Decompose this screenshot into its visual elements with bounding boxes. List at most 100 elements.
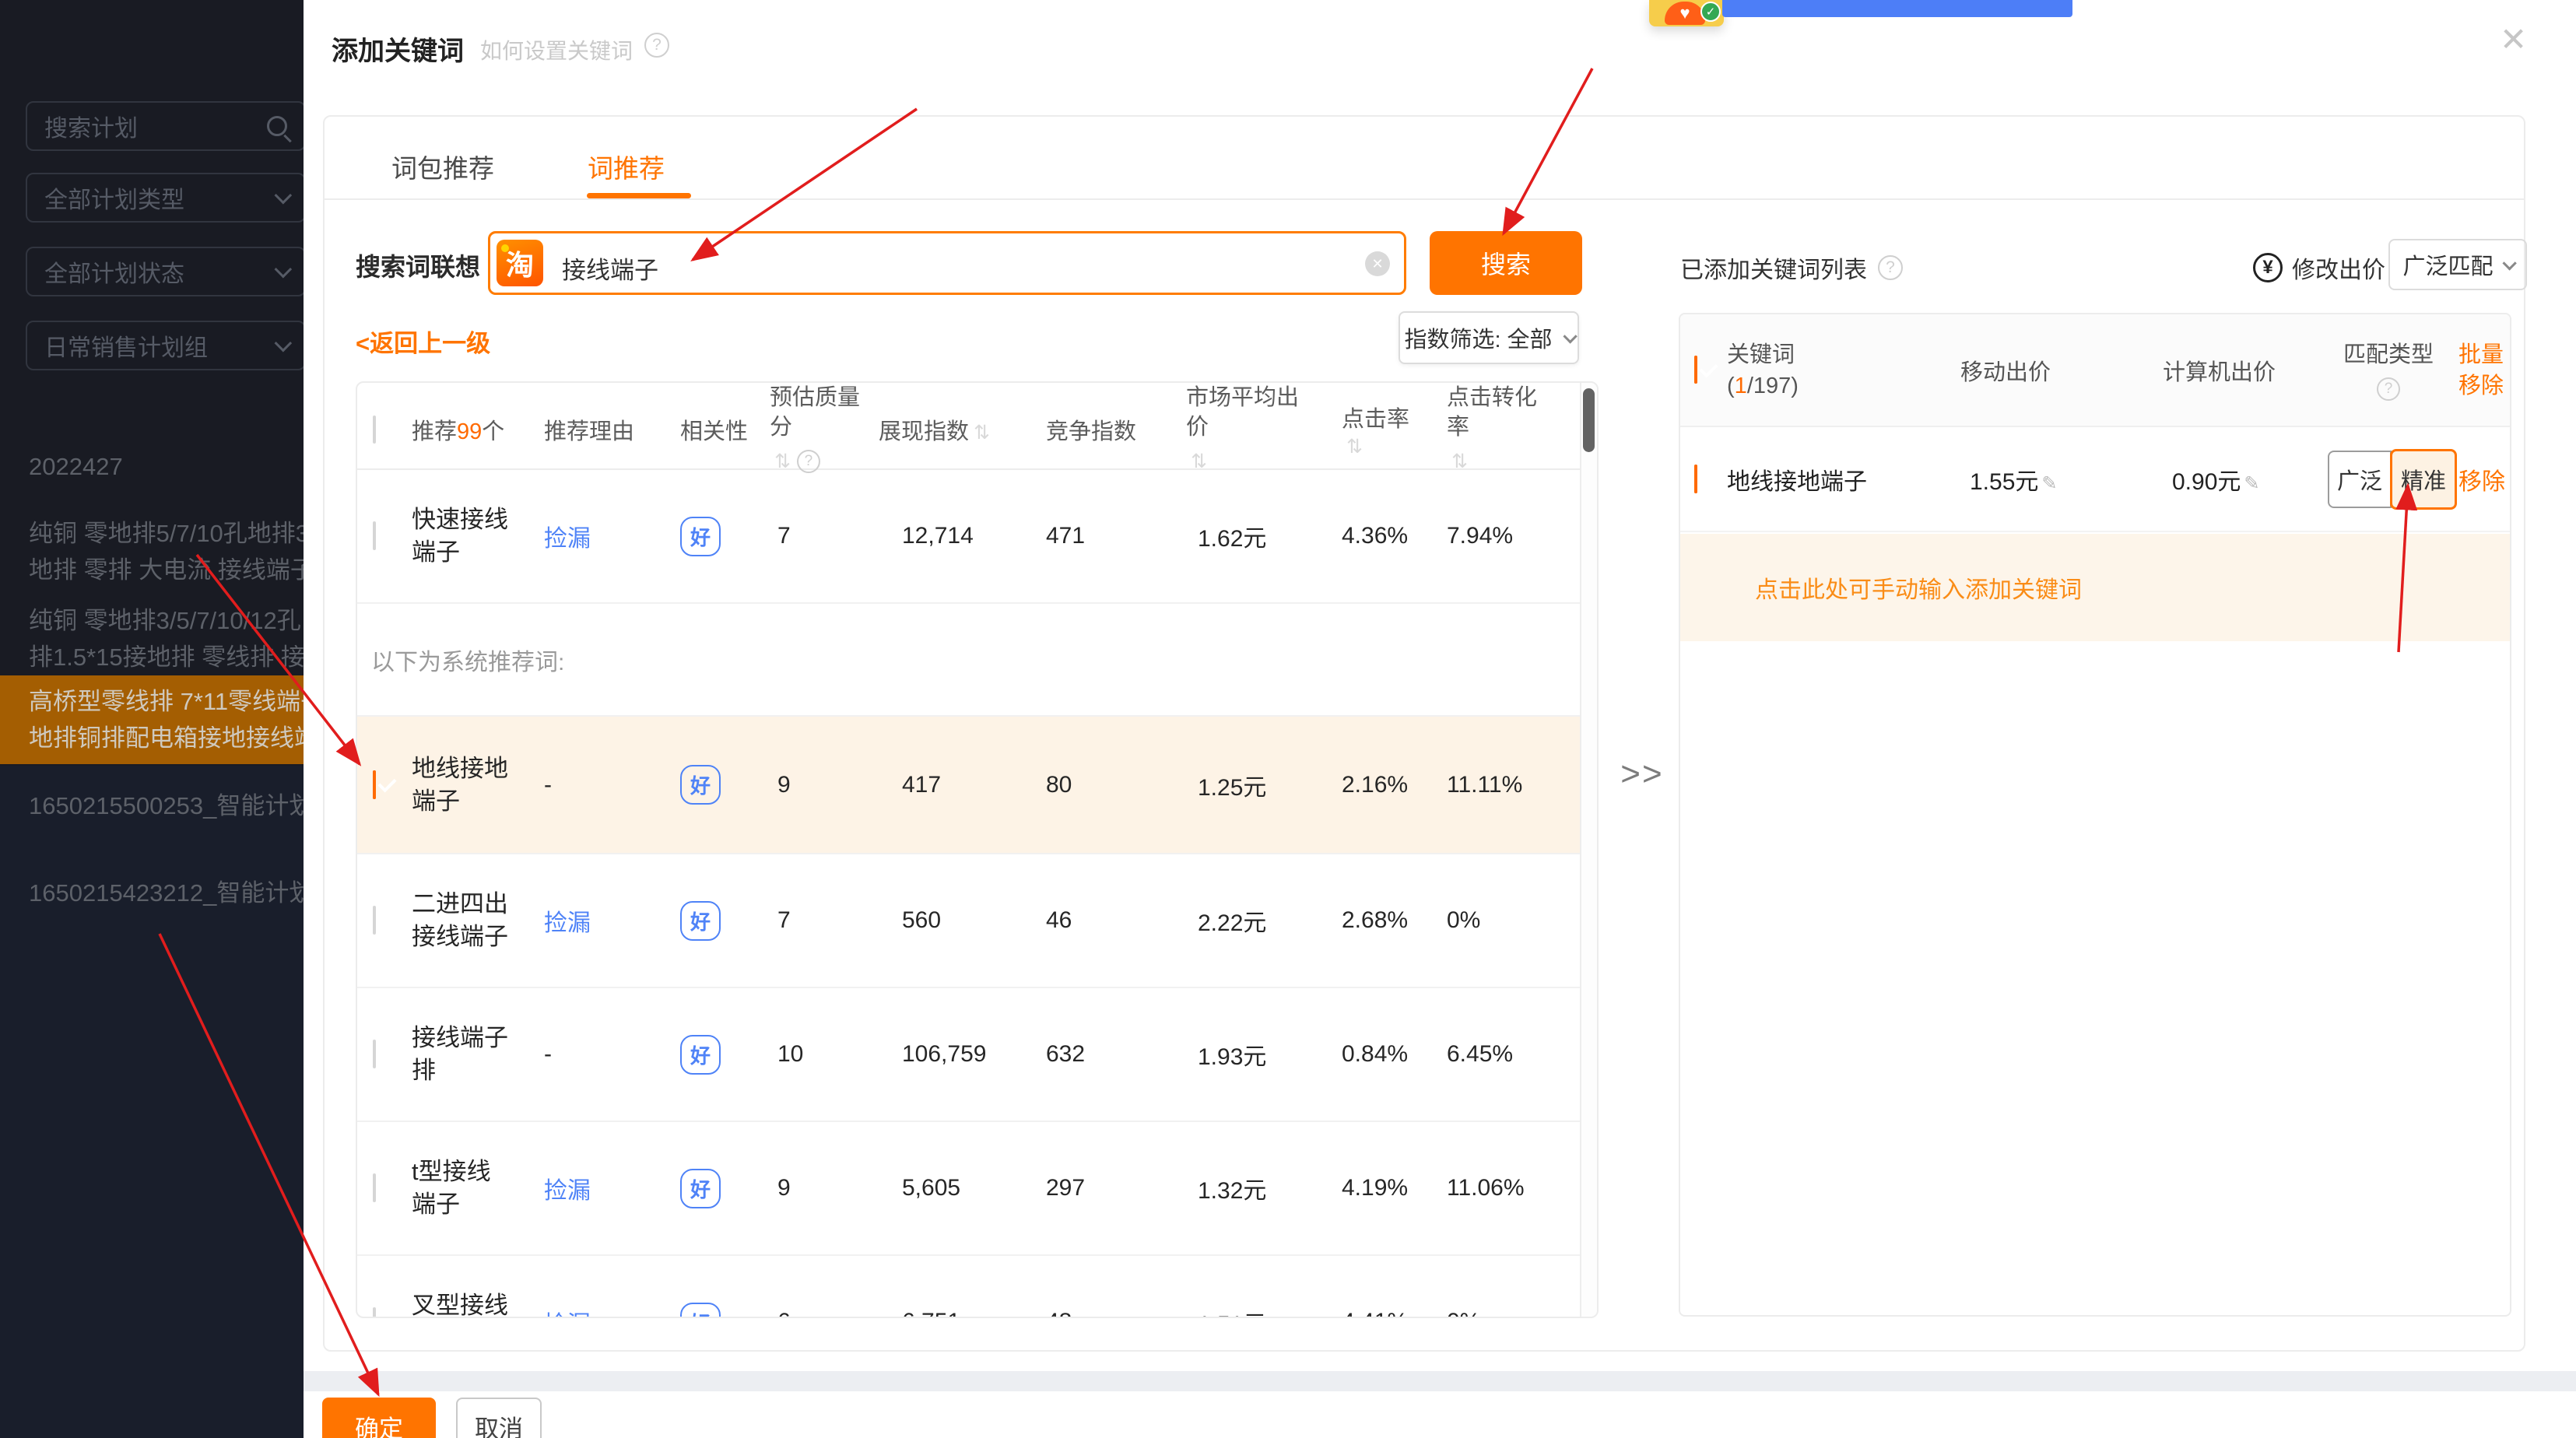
sort-icon: ⇅: [974, 422, 990, 444]
keyword-table-body: 快速接线端子捡漏好712,7144711.62元4.36%7.94%以下为系统推…: [357, 470, 1597, 1318]
reason-label[interactable]: 捡漏: [544, 1312, 591, 1318]
cancel-button[interactable]: 取消: [456, 1398, 542, 1438]
col-ctr[interactable]: 点击率⇅: [1299, 401, 1416, 459]
clear-input-icon[interactable]: ✕: [1365, 251, 1390, 276]
keyword-search-input[interactable]: 淘 接线端子 ✕: [488, 231, 1406, 295]
check-badge-icon: ✓: [1700, 2, 1721, 22]
row-reason[interactable]: 捡漏: [544, 903, 653, 938]
row-impression: 560: [871, 907, 1019, 934]
sidebar-plan-item[interactable]: 纯铜 零地排5/7/10孔地排3*30排地排 零排 大电流 接线端子: [0, 507, 304, 596]
row-cvr: 6.45%: [1416, 1041, 1539, 1068]
row-checkbox[interactable]: [373, 1040, 376, 1068]
keyword-search-value: 接线端子: [562, 251, 658, 286]
edit-pencil-icon[interactable]: ✎: [2244, 473, 2259, 494]
added-row-pc-bid: 0.90元✎: [2116, 462, 2318, 496]
row-cvr: 11.11%: [1416, 772, 1539, 798]
row-checkbox[interactable]: [373, 1307, 376, 1318]
added-row-checkbox[interactable]: [1694, 465, 1697, 493]
tabs-divider: [325, 198, 2524, 200]
row-keyword: 地线接地端子: [412, 752, 514, 818]
tab-word-recommend[interactable]: 词推荐: [588, 148, 665, 185]
search-button[interactable]: 搜索: [1430, 231, 1582, 295]
row-quality: 7: [770, 523, 871, 549]
table-row: 叉型接线端子捡漏好66,751481.51元4.41%0%: [357, 1256, 1597, 1318]
row-checkbox[interactable]: [373, 906, 376, 935]
batch-remove-button[interactable]: 批量移除: [2458, 339, 2511, 402]
sidebar-plan-item[interactable]: 纯铜 零地排3/5/7/10/12孔 地线排1.5*15接地排 零线排 接线端: [0, 594, 304, 683]
plan-item-label: 纯铜 零地排3/5/7/10/12孔 地线: [29, 607, 304, 634]
added-col-keyword: 关键词(1/197): [1727, 339, 1898, 402]
mascot-icon: ♥: [1665, 2, 1705, 25]
col-impression[interactable]: 展现指数⇅: [871, 413, 1019, 446]
col-recommend-count: 推荐99个: [412, 413, 544, 446]
active-tab-underline: [587, 193, 691, 198]
sort-icon: ⇅: [1191, 447, 1207, 476]
reason-label[interactable]: 捡漏: [544, 1178, 591, 1204]
plan-status-select[interactable]: 全部计划状态: [26, 247, 306, 296]
broad-match-button[interactable]: 广泛: [2328, 451, 2392, 508]
confirm-button[interactable]: 确定: [322, 1398, 436, 1438]
system-recommend-note: 以下为系统推荐词:: [357, 604, 1597, 717]
modify-bid-control[interactable]: ¥ 修改出价: [2253, 251, 2385, 285]
row-quality: 7: [770, 907, 871, 934]
reason-label: -: [544, 1041, 552, 1067]
row-relevance: 好: [653, 1169, 770, 1208]
col-quality[interactable]: 预估质量分⇅?: [770, 383, 871, 476]
modal-subtitle-link[interactable]: 如何设置关键词: [480, 34, 633, 65]
row-relevance: 好: [653, 1303, 770, 1319]
help-icon[interactable]: ?: [644, 33, 669, 58]
sidebar-plan-item[interactable]: 高桥型零线排 7*11零线端子排地排铜排配电箱接地接线端子: [0, 675, 304, 764]
relevance-badge: 好: [680, 901, 721, 941]
added-table-row: 地线接地端子1.55元✎0.90元✎广泛精准移除: [1680, 427, 2510, 532]
select-all-checkbox[interactable]: [373, 416, 376, 444]
index-filter-label: 指数筛选: 全部: [1404, 321, 1552, 354]
modal-footer-gap: [304, 1371, 2576, 1391]
added-select-all-checkbox[interactable]: [1694, 356, 1697, 384]
added-row-checkbox-cell: [1680, 466, 1727, 493]
edit-pencil-icon[interactable]: ✎: [2041, 473, 2057, 494]
plan-type-select[interactable]: 全部计划类型: [26, 173, 306, 223]
added-col-pc-bid: 计算机出价: [2116, 354, 2318, 387]
scrollbar-thumb[interactable]: [1583, 388, 1595, 452]
row-impression: 5,605: [871, 1175, 1019, 1201]
row-reason[interactable]: 捡漏: [544, 519, 653, 553]
remove-button[interactable]: 移除: [2458, 462, 2511, 496]
row-checkbox-cell: [363, 772, 412, 798]
tab-wordpack-recommend[interactable]: 词包推荐: [391, 148, 494, 185]
index-filter-dropdown[interactable]: 指数筛选: 全部: [1399, 311, 1579, 364]
row-ctr: 4.41%: [1299, 1309, 1416, 1318]
plan-search-input[interactable]: 搜索计划: [26, 101, 306, 151]
col-reason: 推荐理由: [544, 413, 653, 446]
transfer-button[interactable]: >>: [1607, 755, 1677, 794]
plan-item-label: 纯铜 零地排5/7/10孔地排3*30排: [29, 520, 304, 547]
plan-group-select[interactable]: 日常销售计划组: [26, 321, 306, 370]
col-avg-price[interactable]: 市场平均出价⇅: [1143, 383, 1299, 476]
sidebar-plan-item[interactable]: 1650215500253_智能计划: [0, 780, 304, 832]
row-avg-price: 1.93元: [1143, 1037, 1299, 1071]
sidebar-plan-item[interactable]: 1650215423212_智能计划: [0, 867, 304, 919]
exact-match-button[interactable]: 精准: [2390, 449, 2457, 510]
manual-add-hint[interactable]: 点击此处可手动输入添加关键词: [1680, 534, 2510, 641]
reason-label[interactable]: 捡漏: [544, 526, 591, 552]
row-checkbox[interactable]: [373, 1173, 376, 1202]
chevron-down-icon: [275, 261, 293, 279]
match-type-dropdown[interactable]: 广泛匹配: [2388, 239, 2527, 290]
col-cvr[interactable]: 点击转化率⇅: [1416, 383, 1539, 476]
reason-label[interactable]: 捡漏: [544, 910, 591, 936]
relevance-badge: 好: [680, 765, 721, 805]
row-reason[interactable]: 捡漏: [544, 1171, 653, 1205]
sidebar: 搜索计划 全部计划类型 全部计划状态 日常销售计划组 2022427 纯铜 零地排…: [0, 0, 304, 1438]
row-checkbox[interactable]: [373, 770, 376, 799]
row-relevance: 好: [653, 1035, 770, 1075]
back-to-parent-link[interactable]: <返回上一级: [356, 324, 490, 359]
row-checkbox-cell: [363, 1175, 412, 1201]
sidebar-plan-item[interactable]: 2022427: [0, 440, 304, 493]
row-checkbox[interactable]: [373, 521, 376, 550]
scrollbar-track[interactable]: [1580, 383, 1597, 1317]
modal-footer: 确定 取消: [304, 1391, 2576, 1438]
search-association-label: 搜索词联想: [356, 247, 480, 283]
close-icon[interactable]: ✕: [2500, 23, 2527, 56]
row-reason[interactable]: 捡漏: [544, 1305, 653, 1318]
help-icon[interactable]: ?: [1878, 255, 1903, 280]
plan-type-label: 全部计划类型: [44, 181, 275, 215]
